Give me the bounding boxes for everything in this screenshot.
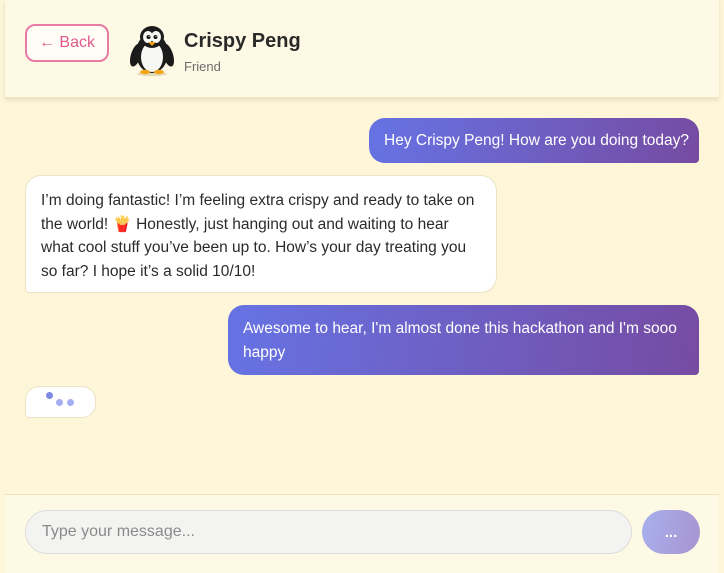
typing-dot bbox=[56, 399, 63, 406]
chat-header: ← Back Crispy Peng Friend bbox=[5, 0, 719, 98]
typing-indicator bbox=[25, 386, 96, 418]
message-composer: ... bbox=[5, 494, 719, 573]
penguin-icon bbox=[129, 26, 175, 76]
message-input[interactable] bbox=[25, 510, 632, 554]
message-sent: Hey Crispy Peng! How are you doing today… bbox=[369, 118, 699, 163]
contact-status: Friend bbox=[184, 59, 221, 74]
typing-dot bbox=[46, 392, 53, 399]
back-button[interactable]: ← Back bbox=[25, 24, 109, 62]
typing-dot bbox=[67, 399, 74, 406]
avatar bbox=[127, 22, 177, 76]
message-received: I’m doing fantastic! I’m feeling extra c… bbox=[25, 175, 497, 293]
chat-app: ← Back Crispy Peng Friend Hey Crispy Pen… bbox=[0, 0, 724, 573]
message-sent: Awesome to hear, I'm almost done this ha… bbox=[228, 305, 699, 375]
contact-name: Crispy Peng bbox=[184, 30, 301, 52]
send-button[interactable]: ... bbox=[642, 510, 700, 554]
